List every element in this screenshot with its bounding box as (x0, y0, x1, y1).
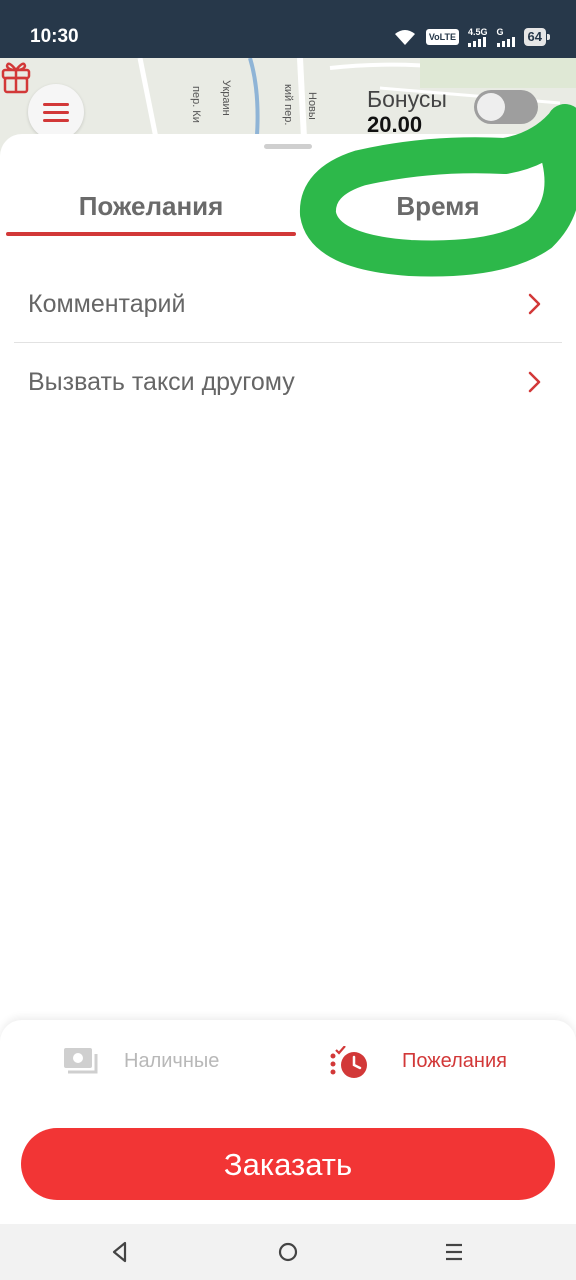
recents-icon[interactable] (440, 1238, 468, 1266)
option-label: Вызвать такси другому (28, 368, 295, 396)
network-type-1: 4.5G (468, 27, 488, 37)
home-icon[interactable] (274, 1238, 302, 1266)
bonus-toggle[interactable] (474, 90, 538, 124)
tab-time[interactable]: Время (296, 186, 576, 234)
street-label: кий пер. (282, 84, 294, 126)
order-panel: Наличные Пожелания Заказать (0, 1020, 576, 1224)
chevron-right-icon (528, 293, 541, 315)
call-for-other-option[interactable]: Вызвать такси другому (14, 344, 562, 420)
signal-1: 4.5G (468, 27, 488, 47)
divider (14, 342, 562, 343)
volte-badge: VoLTE (425, 29, 460, 45)
status-time: 10:30 (30, 26, 79, 47)
back-icon[interactable] (106, 1238, 134, 1266)
chevron-right-icon (528, 371, 541, 393)
status-bar: 10:30 VoLTE 4.5G G 64 (0, 0, 576, 58)
street-label: Украин (220, 80, 232, 116)
status-icons: VoLTE 4.5G G 64 (393, 24, 551, 50)
menu-icon-bar (43, 119, 69, 122)
menu-icon-bar (43, 103, 69, 106)
payment-method-label[interactable]: Наличные (124, 1050, 219, 1073)
battery-icon: 64 (523, 28, 551, 46)
street-label: пер. Ки (190, 86, 202, 123)
menu-icon-bar (43, 111, 69, 114)
tab-wishes[interactable]: Пожелания (6, 186, 296, 234)
network-type-2: G (496, 27, 504, 37)
wishes-label[interactable]: Пожелания (402, 1050, 507, 1073)
signal-bars-icon (496, 37, 515, 47)
wifi-icon (394, 30, 415, 45)
gift-icon (1, 62, 31, 94)
signal-bars-icon (468, 37, 487, 47)
option-label: Комментарий (28, 290, 186, 318)
active-tab-indicator (6, 232, 296, 236)
sheet-handle[interactable] (264, 144, 312, 149)
menu-button[interactable] (28, 84, 84, 140)
cash-icon[interactable] (62, 1046, 98, 1078)
street-label: Новы (306, 92, 318, 120)
order-button[interactable]: Заказать (21, 1128, 555, 1200)
system-nav-bar (0, 1224, 576, 1280)
bonus-label: Бонусы (367, 86, 447, 112)
wishes-clock-icon[interactable] (328, 1046, 370, 1080)
comment-option[interactable]: Комментарий (14, 266, 562, 342)
signal-2: G (496, 27, 515, 47)
